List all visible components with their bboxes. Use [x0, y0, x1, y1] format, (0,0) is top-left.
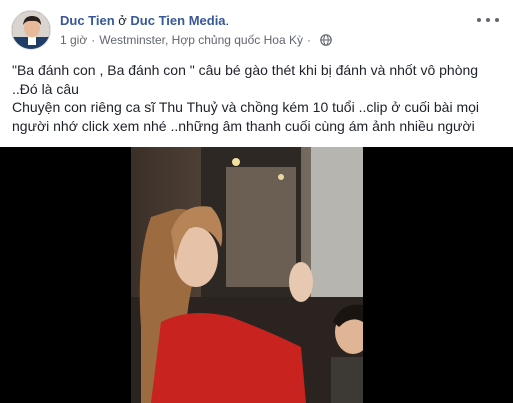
avatar-image	[12, 11, 50, 49]
post-text-line: "Ba đánh con , Ba đánh con " câu bé gào …	[12, 62, 479, 78]
page-name-link[interactable]: Duc Tien Media	[130, 13, 225, 28]
post-meta: 1 giờ · Westminster, Hợp chủng quốc Hoa …	[60, 33, 332, 47]
author-avatar[interactable]	[11, 10, 51, 50]
author-separator: ở	[114, 13, 131, 28]
meta-separator: ·	[91, 33, 96, 47]
post-text-line: Chuyện con riêng ca sĩ Thu Thuỷ và chồng…	[12, 99, 480, 116]
post-text: "Ba đánh con , Ba đánh con " câu bé gào …	[12, 61, 504, 135]
video-player[interactable]	[0, 147, 513, 403]
more-dot	[495, 18, 499, 22]
video-thumbnail	[131, 147, 363, 403]
post-location[interactable]: Westminster, Hợp chủng quốc Hoa Kỳ	[99, 33, 303, 47]
post-text-line: ..Đó là câu	[12, 80, 79, 97]
video-frame[interactable]	[131, 147, 363, 403]
more-options-icon[interactable]	[477, 14, 499, 26]
more-dot	[477, 18, 481, 22]
more-dot	[486, 18, 490, 22]
meta-separator-2: ·	[306, 33, 311, 47]
post-timestamp[interactable]: 1 giờ	[60, 33, 87, 47]
facebook-post: Duc Tien ở Duc Tien Media. 1 giờ · Westm…	[0, 0, 513, 403]
author-name-link[interactable]: Duc Tien	[60, 13, 115, 28]
author-line: Duc Tien ở Duc Tien Media.	[60, 13, 229, 28]
post-text-line: người nhớ click xem nhé ..những âm thanh…	[12, 117, 475, 134]
page-suffix: .	[225, 13, 230, 28]
globe-icon[interactable]	[320, 34, 332, 46]
